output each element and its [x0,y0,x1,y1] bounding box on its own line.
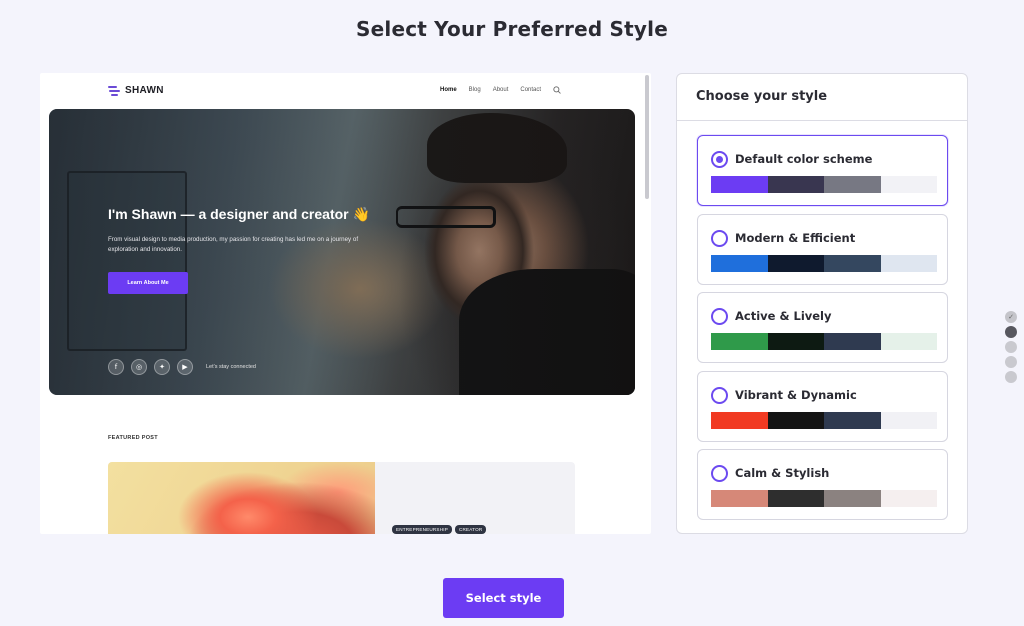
radio-button[interactable] [711,151,728,168]
step-dot[interactable] [1005,371,1017,383]
twitter-icon: ✦ [154,359,170,375]
social-text: Let's stay connected [206,364,256,370]
radio-button[interactable] [711,308,728,325]
style-option-vibrant[interactable]: Vibrant & Dynamic [697,371,948,442]
color-swatch [880,490,937,507]
style-option-default[interactable]: Default color scheme [697,135,948,206]
color-swatch [767,176,824,193]
hero-heading: I'm Shawn — a designer and creator 👋 [108,206,370,222]
hero-text: From visual design to media production, … [108,236,359,253]
site-nav-home: Home [440,87,457,93]
style-preview[interactable]: SHAWN Home Blog About Contact I'm Shawn … [40,73,651,534]
hero-cta-button: Learn About Me [108,272,188,294]
color-swatch [824,255,881,272]
style-option-modern[interactable]: Modern & Efficient [697,214,948,285]
style-panel-title: Choose your style [677,74,967,121]
style-option-label: Active & Lively [735,309,832,323]
youtube-icon: ▶ [177,359,193,375]
color-swatch [880,333,937,350]
style-option-label: Default color scheme [735,152,873,166]
color-swatch [824,490,881,507]
color-swatch [711,255,768,272]
featured-post-label: FEATURED POST [108,435,158,441]
style-option-label: Calm & Stylish [735,466,830,480]
site-nav-blog: Blog [468,87,481,93]
color-swatch [711,333,768,350]
radio-button[interactable] [711,387,728,404]
radio-button[interactable] [711,465,728,482]
step-pager: ✓ [1005,311,1017,383]
logo-mark-icon [108,85,120,96]
style-option-active[interactable]: Active & Lively [697,292,948,363]
tag-badge: ENTREPRENEURSHIP [392,525,452,534]
instagram-icon: ◎ [131,359,147,375]
color-swatch [767,333,824,350]
color-swatch [824,333,881,350]
color-swatch [880,176,937,193]
color-swatch [711,412,768,429]
style-option-label: Modern & Efficient [735,231,856,245]
style-panel: Choose your style Default color scheme M… [676,73,968,534]
step-dot[interactable] [1005,341,1017,353]
site-nav: Home Blog About Contact [440,86,561,94]
color-swatch [767,490,824,507]
select-style-button[interactable]: Select style [443,578,564,618]
site-logo-text: SHAWN [125,85,164,96]
featured-post-tags: ENTREPRENEURSHIP CREATOR [392,525,487,534]
step-dot[interactable] [1005,356,1017,368]
page-title: Select Your Preferred Style [356,17,668,41]
hero-banner: I'm Shawn — a designer and creator 👋 Fro… [49,109,635,395]
color-swatches [711,255,937,272]
color-swatch [824,412,881,429]
color-swatch [767,412,824,429]
site-logo: SHAWN [108,85,164,96]
preview-scrollbar[interactable] [645,75,649,199]
site-nav-contact: Contact [520,87,542,93]
color-swatch [711,490,768,507]
featured-post-card [108,462,575,534]
style-option-label: Vibrant & Dynamic [735,388,857,402]
step-dot-current[interactable] [1005,326,1017,338]
social-links: f ◎ ✦ ▶ Let's stay connected [108,359,256,375]
style-option-calm[interactable]: Calm & Stylish [697,449,948,520]
color-swatch [880,255,937,272]
color-swatches [711,333,937,350]
color-swatches [711,490,937,507]
color-swatches [711,412,937,429]
step-complete-check-icon[interactable]: ✓ [1005,311,1017,323]
tag-badge: CREATOR [454,525,487,534]
color-swatch [824,176,881,193]
color-swatch [767,255,824,272]
featured-post-image [108,462,375,534]
search-icon [553,86,561,94]
facebook-icon: f [108,359,124,375]
site-nav-about: About [492,87,509,93]
color-swatches [711,176,937,193]
radio-button[interactable] [711,230,728,247]
color-swatch [711,176,768,193]
color-swatch [880,412,937,429]
